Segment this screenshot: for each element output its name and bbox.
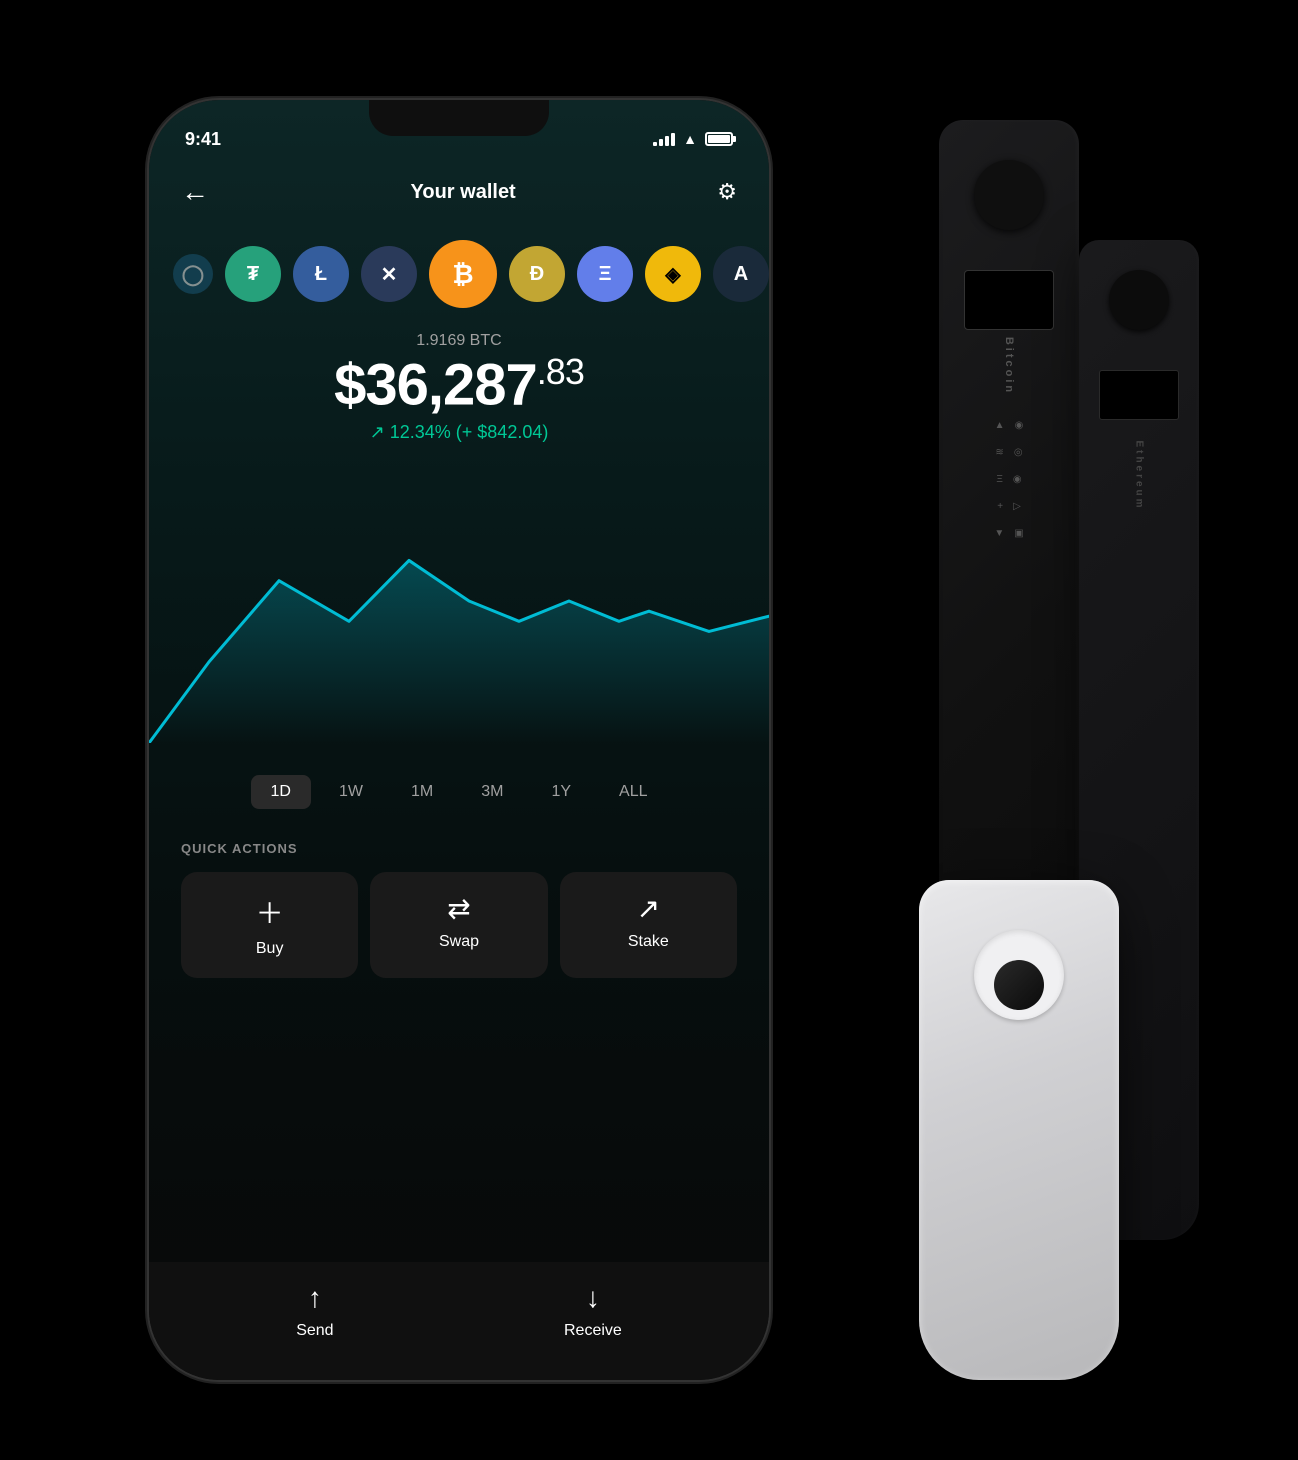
send-button[interactable]: ↑ Send — [296, 1282, 333, 1340]
time-btn-all[interactable]: ALL — [599, 775, 667, 809]
hw1-label: Bitcoin — [1003, 337, 1015, 395]
chart-fill — [149, 561, 769, 744]
hw1-screen — [964, 270, 1054, 330]
coin-ethereum[interactable]: Ξ — [577, 246, 633, 302]
coin-partial-left[interactable]: ◯ — [173, 254, 213, 294]
receive-label: Receive — [564, 1322, 622, 1340]
coin-bitcoin[interactable]: ₿ — [429, 240, 497, 308]
bottom-bar: ↑ Send ↓ Receive — [149, 1262, 769, 1380]
hw1-icon-5: Ξ — [996, 474, 1003, 485]
swap-label: Swap — [439, 933, 479, 951]
time-btn-3m[interactable]: 3M — [461, 775, 523, 809]
quick-actions-section: QUICK ACTIONS ＋ Buy ⇄ Swap ↗ Stake — [149, 825, 769, 994]
status-time: 9:41 — [185, 129, 221, 150]
hw3-button — [994, 960, 1044, 1010]
receive-button[interactable]: ↓ Receive — [564, 1282, 622, 1340]
phone-notch — [369, 100, 549, 136]
status-icons: ▲ — [653, 131, 733, 147]
page-title: Your wallet — [411, 181, 516, 204]
buy-icon: ＋ — [256, 892, 284, 932]
stake-icon: ↗ — [637, 892, 660, 925]
price-main: $36,287.83 — [181, 354, 737, 414]
buy-label: Buy — [256, 940, 284, 958]
coin-xrp[interactable]: ✕ — [361, 246, 417, 302]
time-btn-1y[interactable]: 1Y — [531, 775, 591, 809]
coin-litecoin[interactable]: Ł — [293, 246, 349, 302]
hw1-icon-4: ◎ — [1014, 447, 1023, 458]
price-change: ↗ 12.34% (+ $842.04) — [181, 422, 737, 443]
coin-dogecoin[interactable]: Ð — [509, 246, 565, 302]
hw1-icon-7: + — [997, 501, 1003, 512]
time-btn-1m[interactable]: 1M — [391, 775, 453, 809]
chart-area — [149, 459, 769, 759]
quick-actions-label: QUICK ACTIONS — [181, 841, 737, 856]
back-button[interactable]: ← — [181, 176, 209, 208]
settings-button[interactable]: ⚙ — [717, 179, 737, 205]
hw1-icons: ▲ ◉ ≋ ◎ Ξ ◉ + ▷ ▼ ▣ — [994, 420, 1023, 539]
hw1-icon-8: ▷ — [1013, 501, 1021, 512]
price-chart — [149, 459, 769, 743]
send-label: Send — [296, 1322, 333, 1340]
coin-selector-row: ◯ ₮ Ł ✕ ₿ Ð Ξ ◈ A — [149, 224, 769, 324]
scene: 9:41 ▲ ← Your wallet — [99, 40, 1199, 1420]
hw2-label: Ethereum — [1134, 440, 1145, 510]
hw1-icon-6: ◉ — [1013, 474, 1022, 485]
hw1-icon-3: ≋ — [995, 447, 1003, 458]
hw1-icon-1: ▲ — [995, 420, 1005, 431]
time-btn-1w[interactable]: 1W — [319, 775, 383, 809]
nav-header: ← Your wallet ⚙ — [149, 160, 769, 224]
price-cents: .83 — [537, 351, 584, 392]
coin-binance[interactable]: ◈ — [645, 246, 701, 302]
hardware-wallet-3 — [919, 880, 1119, 1380]
coin-algo[interactable]: A — [713, 246, 769, 302]
battery-icon — [705, 132, 733, 146]
wifi-icon: ▲ — [683, 131, 697, 147]
hw1-icon-9: ▼ — [994, 528, 1004, 539]
coin-tether[interactable]: ₮ — [225, 246, 281, 302]
hw1-icon-2: ◉ — [1015, 420, 1024, 431]
send-icon: ↑ — [308, 1282, 322, 1314]
time-btn-1d[interactable]: 1D — [251, 775, 311, 809]
stake-button[interactable]: ↗ Stake — [560, 872, 737, 978]
receive-icon: ↓ — [586, 1282, 600, 1314]
signal-icon — [653, 132, 675, 146]
hw2-screen — [1099, 370, 1179, 420]
buy-button[interactable]: ＋ Buy — [181, 872, 358, 978]
btc-amount-label: 1.9169 BTC — [181, 332, 737, 350]
quick-actions-grid: ＋ Buy ⇄ Swap ↗ Stake — [181, 872, 737, 978]
price-dollars: $36,287 — [334, 352, 537, 417]
phone-device: 9:41 ▲ ← Your wallet — [149, 100, 769, 1380]
hw1-icon-10: ▣ — [1014, 528, 1023, 539]
time-period-selector: 1D 1W 1M 3M 1Y ALL — [149, 759, 769, 825]
swap-button[interactable]: ⇄ Swap — [370, 872, 547, 978]
price-section: 1.9169 BTC $36,287.83 ↗ 12.34% (+ $842.0… — [149, 324, 769, 459]
stake-label: Stake — [628, 933, 669, 951]
phone-screen: 9:41 ▲ ← Your wallet — [149, 100, 769, 1380]
swap-icon: ⇄ — [447, 892, 470, 925]
